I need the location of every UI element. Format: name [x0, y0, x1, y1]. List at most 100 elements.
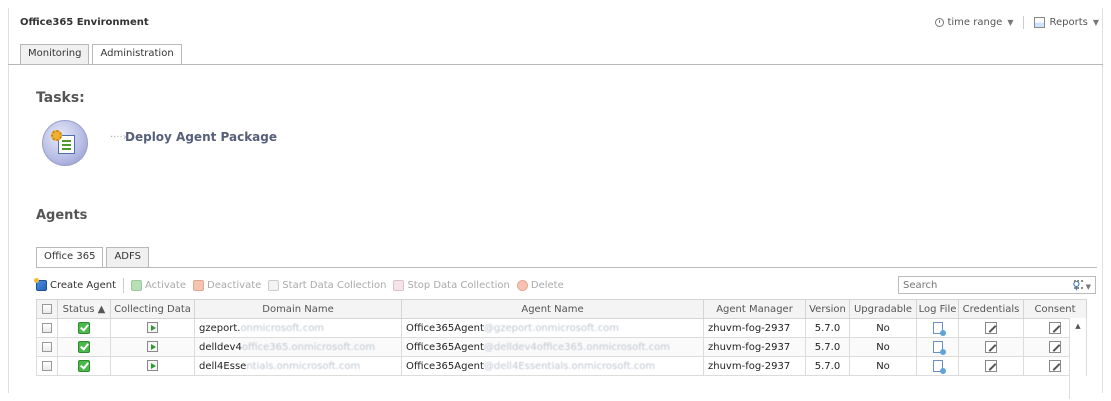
upgradable-cell: No [849, 356, 917, 376]
create-agent-button[interactable]: Create Agent [34, 278, 116, 291]
column-header-agent-name[interactable]: Agent Name [401, 299, 704, 319]
time-range-control[interactable]: time range ▼ [935, 17, 1013, 28]
collecting-data-cell [110, 337, 195, 357]
tab-office-365[interactable]: Office 365 [36, 247, 104, 268]
row-select-cell [36, 356, 58, 376]
table-scrollbar[interactable]: ▲ [1069, 318, 1086, 399]
edit-consent-icon[interactable] [1049, 341, 1061, 353]
credentials-cell [958, 318, 1024, 338]
agent-name: Office365Agent [406, 322, 484, 334]
select-all-checkbox[interactable] [42, 303, 52, 314]
stop-data-collection-button[interactable]: Stop Data Collection [393, 280, 510, 291]
column-header-collecting-data[interactable]: Collecting Data [110, 299, 195, 319]
status-cell [57, 337, 111, 357]
table-row[interactable]: delldev4office365.onmicrosoft.com Office… [36, 337, 1087, 357]
agents-toolbar: Create Agent Activate Deactivate Start D… [34, 276, 1096, 295]
deploy-agent-package-link[interactable]: Deploy Agent Package [125, 130, 277, 144]
collecting-data-cell [110, 318, 195, 338]
edit-credentials-icon[interactable] [985, 360, 997, 372]
delete-icon [516, 280, 528, 291]
deactivate-button[interactable]: Deactivate [193, 280, 261, 291]
select-all-cell [36, 299, 58, 319]
domain-name: gzeport. [199, 322, 241, 334]
row-checkbox[interactable] [42, 322, 52, 333]
upgradable-cell: No [849, 337, 917, 357]
deactivate-icon [193, 280, 204, 291]
row-select-cell [36, 318, 58, 338]
page-title: Office365 Environment [20, 17, 149, 28]
report-icon [1034, 17, 1046, 28]
version-cell: 5.7.0 [805, 356, 850, 376]
column-header-upgradable[interactable]: Upgradable [849, 299, 917, 319]
edit-consent-icon[interactable] [1049, 322, 1061, 334]
domain-name-cell: dell4Essentials.onmicrosoft.com [194, 356, 402, 376]
column-header-domain-name[interactable]: Domain Name [194, 299, 402, 319]
log-file-icon[interactable] [932, 341, 946, 355]
table-row[interactable]: dell4Essentials.onmicrosoft.com Office36… [36, 356, 1087, 376]
credentials-cell [958, 337, 1024, 357]
tasks-heading: Tasks: [36, 90, 85, 106]
search-box: ⚲ ▼ [898, 276, 1096, 294]
domain-name-cell: delldev4office365.onmicrosoft.com [194, 337, 402, 357]
reports-menu[interactable]: Reports ▼ [1034, 17, 1099, 28]
table-header-row: Status ▲ Collecting Data Domain Name Age… [36, 299, 1087, 319]
upgradable-cell: No [849, 318, 917, 338]
divider [1023, 16, 1025, 29]
agent-name-redacted: @gzeport.onmicrosoft.com [483, 322, 619, 334]
tab-adfs[interactable]: ADFS [106, 247, 149, 267]
tab-monitoring[interactable]: Monitoring [20, 44, 90, 64]
log-file-cell [916, 318, 959, 338]
row-checkbox[interactable] [42, 360, 52, 371]
domain-name: delldev4 [199, 341, 242, 353]
column-header-agent-manager[interactable]: Agent Manager [703, 299, 806, 319]
tab-administration[interactable]: Administration [92, 44, 182, 65]
toolbar-divider [123, 278, 125, 293]
agent-tab-strip-border [36, 267, 1097, 268]
edit-credentials-icon[interactable] [985, 341, 997, 353]
collecting-data-icon[interactable] [147, 322, 158, 334]
activate-button[interactable]: Activate [131, 280, 186, 291]
column-header-credentials[interactable]: Credentials [958, 299, 1024, 319]
domain-name-redacted: ntials.onmicrosoft.com [246, 360, 361, 372]
agents-table: Status ▲ Collecting Data Domain Name Age… [36, 299, 1087, 376]
deactivate-label: Deactivate [207, 280, 262, 291]
stop-data-collection-label: Stop Data Collection [407, 280, 510, 291]
column-header-version[interactable]: Version [805, 299, 850, 319]
clock-icon [935, 18, 945, 27]
row-select-cell [36, 337, 58, 357]
collecting-data-icon[interactable] [147, 360, 158, 372]
start-data-collection-button[interactable]: Start Data Collection [268, 280, 386, 291]
deploy-package-icon[interactable] [42, 120, 88, 166]
agent-name-redacted: @dell4Essentials.onmicrosoft.com [483, 360, 656, 372]
collecting-data-icon[interactable] [147, 341, 158, 353]
agent-tabs: Office 365 ADFS [36, 247, 152, 268]
play-icon [268, 280, 280, 291]
delete-button[interactable]: Delete [516, 280, 564, 291]
log-file-icon[interactable] [932, 322, 946, 336]
agent-name: Office365Agent [406, 341, 484, 353]
time-range-label: time range [947, 17, 1003, 28]
search-input[interactable] [903, 279, 1053, 291]
column-settings-icon[interactable] [1074, 280, 1083, 289]
scroll-up-icon[interactable]: ▲ [1070, 322, 1086, 330]
activate-label: Activate [145, 280, 186, 291]
column-header-consent[interactable]: Consent [1023, 299, 1087, 319]
table-row[interactable]: gzeport.onmicrosoft.com Office365Agent@g… [36, 318, 1087, 338]
edit-credentials-icon[interactable] [985, 322, 997, 334]
column-header-log-file[interactable]: Log File [916, 299, 959, 319]
agent-manager-cell: zhuvm-fog-2937 [703, 356, 806, 376]
agent-name-cell: Office365Agent@delldev4office365.onmicro… [401, 337, 704, 357]
domain-name-redacted: onmicrosoft.com [240, 322, 325, 334]
header-actions: time range ▼ Reports ▼ [935, 16, 1099, 29]
row-checkbox[interactable] [42, 341, 52, 352]
edit-consent-icon[interactable] [1049, 360, 1061, 372]
domain-name: dell4Esse [199, 360, 247, 372]
status-cell [57, 356, 111, 376]
column-header-status[interactable]: Status ▲ [57, 299, 111, 319]
agent-name: Office365Agent [406, 360, 484, 372]
log-file-icon[interactable] [932, 360, 946, 374]
delete-label: Delete [530, 280, 564, 291]
status-active-icon [78, 322, 90, 334]
main-tabs: Monitoring Administration [20, 44, 185, 65]
gear-icon [51, 130, 62, 141]
